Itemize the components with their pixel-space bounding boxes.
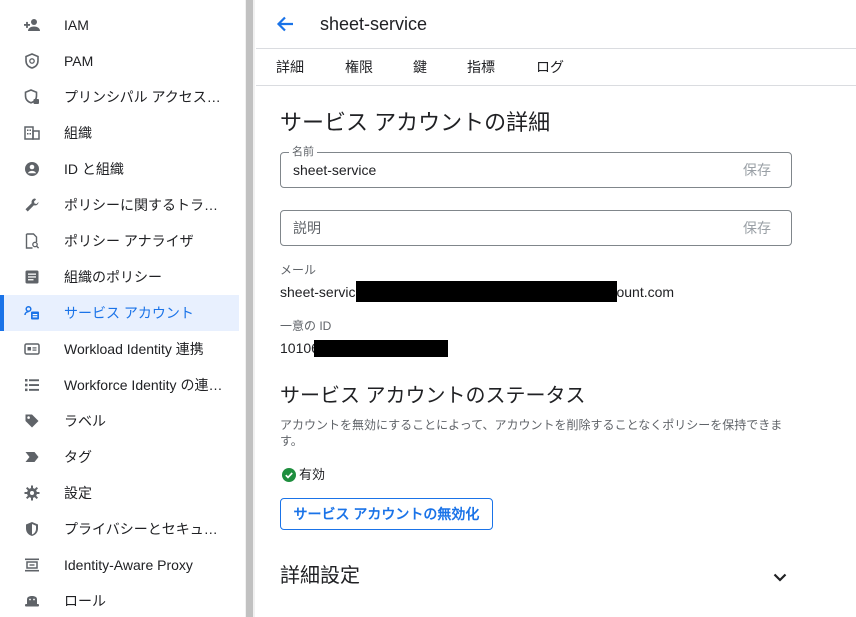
- sidebar-item-roles[interactable]: ロール: [0, 583, 239, 617]
- status-section-title: サービス アカウントのステータス: [280, 385, 586, 407]
- sidebar-item-principal-access[interactable]: プリンシパル アクセス…: [0, 79, 239, 115]
- tab-keys[interactable]: 鍵: [413, 58, 427, 76]
- sidebar-item-tags[interactable]: タグ: [0, 439, 239, 475]
- sidebar-item-iam[interactable]: IAM: [0, 7, 239, 43]
- page-title: sheet-service: [320, 14, 428, 34]
- sidebar-item-iap[interactable]: Identity-Aware Proxy: [0, 547, 239, 583]
- sidebar-item-workload-identity[interactable]: Workload Identity 連携: [0, 331, 239, 367]
- sidebar-item-service-accounts[interactable]: サービス アカウント: [0, 295, 239, 331]
- shield-half-icon: [24, 521, 40, 537]
- name-field-label: 名前: [289, 145, 317, 159]
- tab-logs[interactable]: ログ: [536, 58, 564, 76]
- sidebar-item-label: ラベル: [64, 413, 106, 429]
- sidebar-item-org-policies[interactable]: 組織のポリシー: [0, 259, 239, 295]
- tab-bar: 詳細 権限 鍵 指標 ログ: [256, 49, 856, 86]
- sidebar-item-label: PAM: [64, 53, 94, 69]
- sidebar-item-labels[interactable]: ラベル: [0, 403, 239, 439]
- status-indicator: 有効: [282, 466, 325, 484]
- tab-permissions[interactable]: 権限: [345, 58, 373, 76]
- tag-icon: [24, 413, 40, 429]
- advanced-settings-title[interactable]: 詳細設定: [280, 563, 360, 589]
- sidebar-item-label: 組織: [64, 125, 92, 141]
- sidebar-item-label: 設定: [64, 485, 92, 501]
- sidebar-item-label: ポリシー アナライザ: [64, 233, 194, 249]
- sidebar-item-settings[interactable]: 設定: [0, 475, 239, 511]
- details-section-title: サービス アカウントの詳細: [280, 110, 551, 135]
- sidebar-item-label: Identity-Aware Proxy: [64, 557, 193, 573]
- unique-id-label: 一意の ID: [280, 319, 332, 333]
- name-field-value[interactable]: sheet-service: [293, 162, 376, 178]
- sidebar-item-pam[interactable]: PAM: [0, 43, 239, 79]
- check-circle-icon: [282, 468, 296, 482]
- tab-metrics[interactable]: 指標: [467, 58, 495, 76]
- building-icon: [24, 125, 40, 141]
- description-placeholder[interactable]: 説明: [293, 220, 321, 236]
- list-icon: [24, 377, 40, 393]
- proxy-icon: [24, 557, 40, 573]
- person-add-icon: [24, 17, 40, 33]
- shield-clock-icon: [24, 53, 40, 69]
- sidebar-item-label: サービス アカウント: [64, 305, 194, 321]
- sidebar-item-label: タグ: [64, 449, 92, 465]
- redaction-bar: [356, 281, 617, 302]
- sidebar-item-label: ID と組織: [64, 161, 124, 177]
- sidebar-item-identity-org[interactable]: ID と組織: [0, 151, 239, 187]
- sidebar-item-label: 組織のポリシー: [64, 269, 162, 285]
- doc-search-icon: [24, 233, 40, 249]
- sidebar-item-label: ロール: [64, 593, 106, 609]
- sidebar-item-policy-troubleshooter[interactable]: ポリシーに関するトラ…: [0, 187, 239, 223]
- sidebar-item-label: Workforce Identity の連…: [64, 377, 223, 393]
- sidebar-scrollbar[interactable]: [245, 0, 255, 617]
- shield-lock-icon: [24, 89, 40, 105]
- sidebar-item-label: プリンシパル アクセス…: [64, 89, 221, 105]
- email-prefix: sheet-servic: [280, 284, 356, 300]
- disable-service-account-button[interactable]: サービス アカウントの無効化: [280, 498, 493, 530]
- sidebar: IAM PAM プリンシパル アクセス… 組織 ID と組織 ポリシーに関するト…: [0, 0, 245, 617]
- id-card-icon: [24, 341, 40, 357]
- sidebar-item-label: IAM: [64, 17, 89, 33]
- chevron-down-icon[interactable]: [770, 567, 790, 587]
- sidebar-item-label: プライバシーとセキュ…: [64, 521, 218, 537]
- sidebar-item-policy-analyzer[interactable]: ポリシー アナライザ: [0, 223, 239, 259]
- redaction-bar: [314, 340, 448, 357]
- wrench-icon: [24, 197, 40, 213]
- list-doc-icon: [24, 269, 40, 285]
- account-circle-icon: [24, 161, 40, 177]
- status-text: 有効: [299, 467, 326, 482]
- hat-icon: [24, 593, 40, 609]
- email-label: メール: [280, 263, 317, 277]
- sidebar-item-privacy-security[interactable]: プライバシーとセキュ…: [0, 511, 239, 547]
- description-field[interactable]: 説明 保存: [280, 210, 792, 246]
- back-arrow-icon[interactable]: [274, 13, 296, 35]
- status-description: アカウントを無効にすることによって、アカウントを削除することなくポリシーを保持で…: [280, 418, 783, 448]
- chevron-tag-icon: [24, 449, 40, 465]
- page-header: sheet-service: [256, 0, 856, 49]
- save-name-button[interactable]: 保存: [743, 162, 771, 178]
- scrollbar-thumb[interactable]: [246, 0, 253, 617]
- gear-icon: [24, 485, 40, 501]
- email-suffix: ount.com: [616, 284, 675, 300]
- sidebar-item-workforce-identity[interactable]: Workforce Identity の連…: [0, 367, 239, 403]
- main-content: sheet-service 詳細 権限 鍵 指標 ログ サービス アカウントの詳…: [256, 0, 856, 617]
- sidebar-item-label: ポリシーに関するトラ…: [64, 197, 218, 213]
- name-field[interactable]: 名前 sheet-service 保存: [280, 145, 792, 188]
- save-description-button[interactable]: 保存: [743, 220, 771, 236]
- tab-details[interactable]: 詳細: [276, 58, 304, 76]
- service-account-icon: [24, 305, 40, 321]
- sidebar-item-organization[interactable]: 組織: [0, 115, 239, 151]
- sidebar-item-label: Workload Identity 連携: [64, 341, 204, 357]
